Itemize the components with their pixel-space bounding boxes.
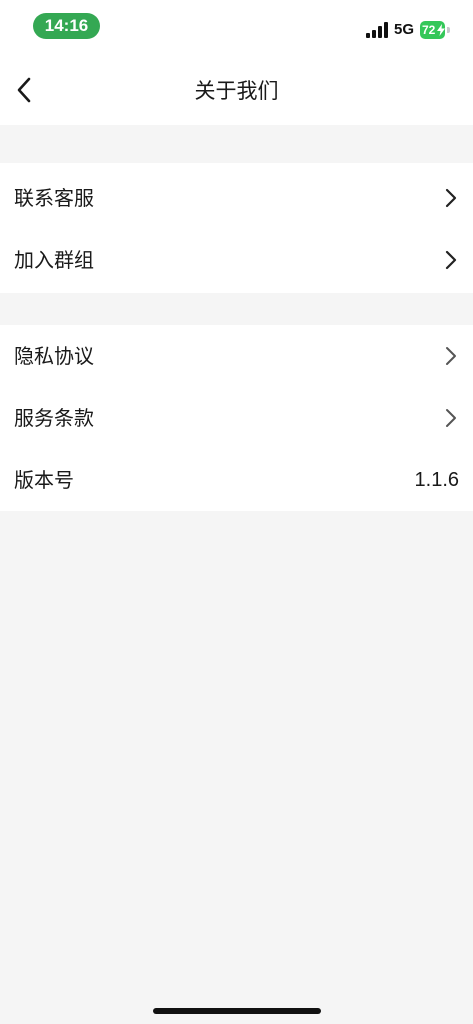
navigation-bar: 关于我们 bbox=[0, 56, 473, 125]
list-item-label: 版本号 bbox=[14, 468, 74, 492]
list-item-label: 联系客服 bbox=[14, 186, 94, 210]
settings-group-legal: 隐私协议 服务条款 版本号 1.1.6 bbox=[0, 325, 473, 511]
status-bar: 14:16 5G 72 bbox=[0, 0, 473, 56]
chevron-right-icon bbox=[446, 409, 456, 427]
chevron-right-icon bbox=[445, 188, 457, 208]
list-item-label: 服务条款 bbox=[14, 406, 94, 430]
version-value: 1.1.6 bbox=[414, 469, 459, 491]
home-indicator[interactable] bbox=[153, 1008, 321, 1014]
page-title: 关于我们 bbox=[194, 79, 279, 103]
list-item-terms-of-service[interactable]: 服务条款 bbox=[0, 387, 473, 449]
list-item-contact-support[interactable]: 联系客服 bbox=[0, 167, 473, 229]
signal-icon bbox=[366, 22, 388, 38]
battery-tip bbox=[447, 27, 450, 33]
network-type-label: 5G bbox=[394, 21, 415, 38]
chevron-right-icon bbox=[445, 250, 457, 270]
list-item-privacy-policy[interactable]: 隐私协议 bbox=[0, 325, 473, 387]
list-item-label: 隐私协议 bbox=[14, 344, 94, 368]
list-item-label: 加入群组 bbox=[14, 248, 94, 272]
list-item-version: 版本号 1.1.6 bbox=[0, 449, 473, 511]
chevron-right-icon bbox=[446, 347, 456, 365]
settings-group-contact: 联系客服 加入群组 bbox=[0, 163, 473, 293]
charging-bolt-icon bbox=[437, 24, 445, 36]
battery-percent: 72 bbox=[422, 23, 436, 37]
status-time: 14:16 bbox=[33, 13, 100, 39]
list-item-join-group[interactable]: 加入群组 bbox=[0, 229, 473, 291]
battery-indicator: 72 bbox=[420, 21, 450, 39]
